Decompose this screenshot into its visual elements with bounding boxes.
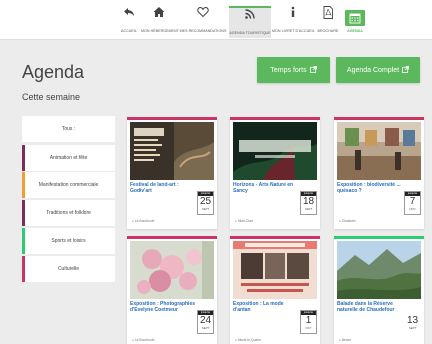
event-card[interactable]: Exposition : biodiversité ... quésaco ? … xyxy=(334,117,424,229)
filter-traditions-et-folklore[interactable]: Traditions et folklore xyxy=(22,200,115,226)
top-navigation: ACCUEIL MON HÉBERGEMENT MES RECOMMANDATI… xyxy=(0,0,432,40)
filter-culturelle[interactable]: Culturelle xyxy=(22,256,115,282)
agenda-complet-button[interactable]: Agenda Complet xyxy=(336,57,420,83)
category-filter-list: Tous : Animation et fête Manifestation c… xyxy=(22,116,115,282)
page-subtitle: Cette semaine xyxy=(22,92,81,102)
filter-animation-et-fete[interactable]: Animation et fête xyxy=(22,145,115,171)
nav-mon-livret[interactable]: MON LIVRET D'ACCUEIL xyxy=(272,4,315,38)
nav-agenda-touristique[interactable]: AGENDA TOURISTIQUE xyxy=(229,6,271,38)
heart-icon xyxy=(178,6,228,22)
event-date-badge: 13 SEPT xyxy=(404,310,421,334)
calendar-icon xyxy=(345,10,365,26)
event-card[interactable]: Festival de land-art : Godiv'art jusqu'a… xyxy=(127,117,217,229)
event-card[interactable]: Horizons - Arts Nature en Sancy jusqu'au… xyxy=(230,117,320,229)
event-date-badge: jusqu'au 18 SEPT xyxy=(300,191,317,215)
event-card[interactable]: Balade dans la Réserve naturelle de Chau… xyxy=(334,236,424,344)
event-image-flowers xyxy=(130,241,214,299)
category-color-bar xyxy=(22,200,25,226)
category-color-bar xyxy=(22,145,25,171)
house-icon xyxy=(141,6,177,22)
event-date-badge: jusqu'au 25 SEPT xyxy=(197,191,214,215)
page-title: Agenda xyxy=(22,62,85,82)
event-location: Mont-Dore xyxy=(235,219,254,223)
filter-manifestation-commerciale[interactable]: Manifestation commerciale xyxy=(22,172,115,198)
event-card[interactable]: Exposition : Photographies d'Evelyne Coe… xyxy=(127,236,217,344)
category-color-bar xyxy=(22,256,25,282)
event-image-exhibition xyxy=(337,122,421,180)
nav-agenda[interactable]: AGENDA xyxy=(342,10,368,44)
event-date-badge: jusqu'au 7 NOV xyxy=(404,191,421,215)
event-location: Chastreix xyxy=(339,219,356,223)
event-image-horizons xyxy=(233,122,317,180)
event-image-godivart xyxy=(130,122,214,180)
category-color-bar xyxy=(22,228,25,254)
event-image-valley xyxy=(337,241,421,299)
event-location: La Bourboule xyxy=(132,338,155,342)
external-link-icon xyxy=(402,65,410,75)
event-image-mode-antan xyxy=(233,241,317,299)
event-location: Besse xyxy=(339,338,351,342)
event-date-badge: jusqu'au 1 OCT xyxy=(300,310,317,334)
event-location: La Bourboule xyxy=(132,219,155,223)
category-color-bar xyxy=(22,172,25,198)
nav-mes-recommandations[interactable]: MES RECOMMANDATIONS xyxy=(178,4,228,38)
pdf-icon xyxy=(316,6,340,22)
event-date-badge: jusqu'au 24 SEPT xyxy=(197,310,214,334)
external-link-icon xyxy=(309,65,317,75)
temps-forts-button[interactable]: Temps forts xyxy=(257,57,330,83)
undo-arrow-icon xyxy=(118,6,140,22)
nav-accueil[interactable]: ACCUEIL xyxy=(118,4,140,38)
nav-brochure[interactable]: BROCHURE xyxy=(316,4,340,38)
event-location: Murat-le-Quaire xyxy=(235,338,261,342)
filter-tous[interactable]: Tous : xyxy=(22,116,115,142)
event-card[interactable]: Exposition : La mode d'antan jusqu'au 1 … xyxy=(230,236,320,344)
info-icon xyxy=(272,6,314,22)
rss-icon xyxy=(229,8,271,24)
filter-sports-et-loisirs[interactable]: Sports et loisirs xyxy=(22,228,115,254)
nav-mon-hebergement[interactable]: MON HÉBERGEMENT xyxy=(141,4,179,38)
